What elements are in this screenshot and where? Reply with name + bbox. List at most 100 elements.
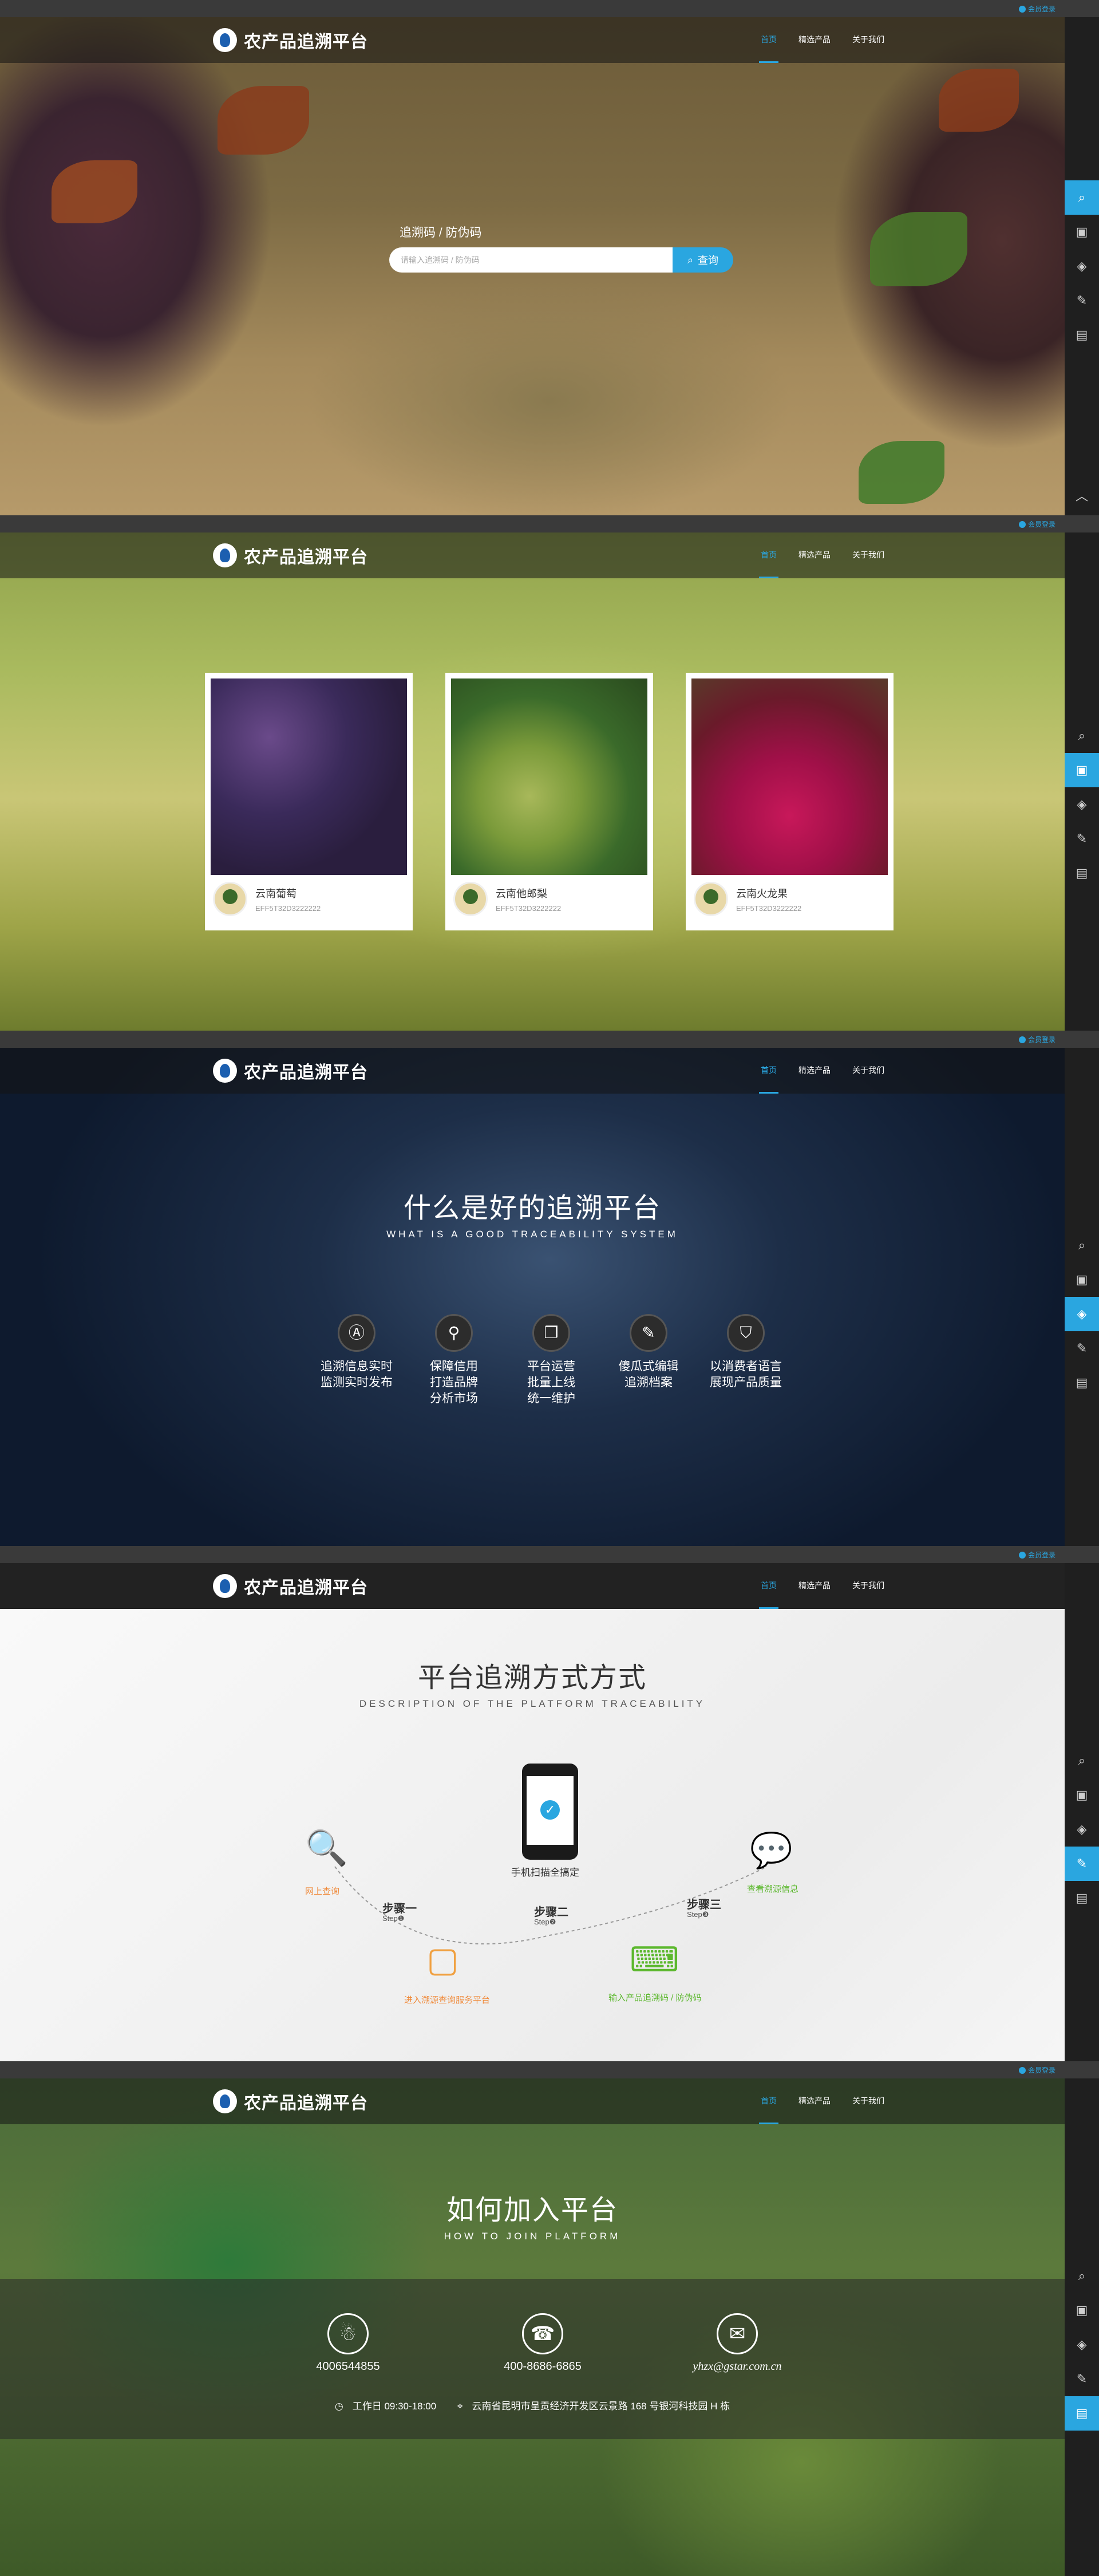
step-subtitle: Step❶ xyxy=(382,1914,405,1923)
dark-blue-background xyxy=(0,1031,1099,1546)
search-icon: ⌕ xyxy=(687,254,694,266)
search-label: 追溯码 / 防伪码 xyxy=(400,226,482,239)
chevron-up-icon[interactable]: ︿ xyxy=(1065,484,1099,507)
cube-icon[interactable]: ◈ xyxy=(1065,2328,1099,2362)
main-menu: 首页 精选产品 关于我们 xyxy=(750,532,895,578)
step-title: 步骤一 xyxy=(382,1903,417,1915)
login-link[interactable]: 会员登录 xyxy=(1018,4,1055,14)
nav-home[interactable]: 首页 xyxy=(750,1048,788,1094)
navbar: 农产品追溯平台 首页 精选产品 关于我们 xyxy=(0,1048,1099,1094)
logo[interactable]: 农产品追溯平台 xyxy=(213,2089,368,2114)
search-input[interactable] xyxy=(389,247,673,273)
search-button[interactable]: ⌕ 查询 xyxy=(673,247,733,273)
gift-icon[interactable]: ▣ xyxy=(1065,1263,1099,1297)
nav-products[interactable]: 精选产品 xyxy=(788,532,841,578)
gift-icon[interactable]: ▣ xyxy=(1065,753,1099,787)
product-avatar xyxy=(213,882,247,916)
mail-icon: ✉ xyxy=(717,2313,758,2354)
leaf-decoration xyxy=(859,441,944,504)
message-icon[interactable]: ▤ xyxy=(1065,1366,1099,1400)
edit-doc-icon: ✎ xyxy=(630,1314,667,1352)
logo[interactable]: 农产品追溯平台 xyxy=(213,27,368,53)
navbar: 农产品追溯平台 首页 精选产品 关于我们 xyxy=(0,532,1099,578)
logo-icon xyxy=(213,2089,237,2113)
search-icon[interactable]: ⌕ xyxy=(1065,1228,1099,1263)
search-icon[interactable]: ⌕ xyxy=(1065,719,1099,753)
gift-icon[interactable]: ▣ xyxy=(1065,2293,1099,2328)
search-icon[interactable]: ⌕ xyxy=(1065,2259,1099,2293)
section-title: 什么是好的追溯平台 WHAT IS A GOOD TRACEABILITY SY… xyxy=(386,1193,678,1240)
product-avatar xyxy=(453,882,488,916)
section-join: 会员登录 农产品追溯平台 首页 精选产品 关于我们 如何加入平台 HOW TO … xyxy=(0,2061,1099,2576)
side-toolbar: ⌕ ▣ ◈ ✎ ▤ xyxy=(1065,1563,1099,2061)
user-icon xyxy=(1018,1036,1026,1043)
nav-products[interactable]: 精选产品 xyxy=(788,2078,841,2124)
user-icon xyxy=(1018,5,1026,13)
logo[interactable]: 农产品追溯平台 xyxy=(213,543,368,568)
login-link[interactable]: 会员登录 xyxy=(1018,2065,1055,2075)
side-toolbar: ⌕ ▣ ◈ ✎ ▤ xyxy=(1065,532,1099,1031)
gift-icon[interactable]: ▣ xyxy=(1065,215,1099,249)
feature-item: ⛉ 以消费者语言 展现产品质量 xyxy=(703,1314,789,1391)
search-icon[interactable]: ⌕ xyxy=(1065,1743,1099,1778)
step-title: 步骤三 xyxy=(687,1899,721,1911)
login-link[interactable]: 会员登录 xyxy=(1018,519,1055,529)
top-strip: 会员登录 xyxy=(0,2061,1099,2078)
logo-icon xyxy=(213,28,237,52)
leaf-decoration xyxy=(52,160,137,223)
section-title: 如何加入平台 HOW TO JOIN PLATFORM xyxy=(444,2195,621,2242)
navbar: 农产品追溯平台 首页 精选产品 关于我们 xyxy=(0,17,1099,63)
top-strip: 会员登录 xyxy=(0,1031,1099,1048)
logo[interactable]: 农产品追溯平台 xyxy=(213,1058,368,1083)
node-label: 网上查询 xyxy=(305,1887,340,1896)
cube-icon[interactable]: ◈ xyxy=(1065,1297,1099,1331)
step-subtitle: Step❸ xyxy=(687,1910,709,1919)
message-icon[interactable]: ▤ xyxy=(1065,318,1099,352)
message-icon[interactable]: ▤ xyxy=(1065,1881,1099,1915)
edit-icon[interactable]: ✎ xyxy=(1065,1847,1099,1881)
product-card[interactable]: 云南火龙果 EFF5T32D3222222 xyxy=(686,673,894,930)
nav-about[interactable]: 关于我们 xyxy=(841,532,895,578)
nav-products[interactable]: 精选产品 xyxy=(788,17,841,63)
leaf-decoration xyxy=(218,86,309,155)
feature-item: ⚲ 保障信用 打造品牌 分析市场 xyxy=(411,1314,497,1407)
credit-icon: ⚲ xyxy=(435,1314,473,1352)
user-icon xyxy=(1018,2066,1026,2074)
nav-about[interactable]: 关于我们 xyxy=(841,1048,895,1094)
edit-icon[interactable]: ✎ xyxy=(1065,822,1099,856)
clock-icon: ◷ xyxy=(334,2401,343,2412)
side-toolbar: ⌕ ▣ ◈ ✎ ▤ ︿ xyxy=(1065,17,1099,515)
main-menu: 首页 精选产品 关于我们 xyxy=(750,17,895,63)
search-icon[interactable]: ⌕ xyxy=(1065,180,1099,215)
section-method: 会员登录 农产品追溯平台 首页 精选产品 关于我们 平台追溯方式方式 DESCR… xyxy=(0,1546,1099,2061)
edit-icon[interactable]: ✎ xyxy=(1065,1331,1099,1366)
cube-icon[interactable]: ◈ xyxy=(1065,787,1099,822)
product-image-grape xyxy=(211,678,407,875)
section-products: 会员登录 农产品追溯平台 首页 精选产品 关于我们 云南葡萄 EFF5T32D32… xyxy=(0,515,1099,1031)
nav-products[interactable]: 精选产品 xyxy=(788,1048,841,1094)
step-title: 步骤二 xyxy=(534,1906,568,1919)
message-icon[interactable]: ▤ xyxy=(1065,856,1099,890)
nav-home[interactable]: 首页 xyxy=(750,2078,788,2124)
product-card[interactable]: 云南葡萄 EFF5T32D3222222 xyxy=(205,673,413,930)
navbar: 农产品追溯平台 首页 精选产品 关于我们 xyxy=(0,2078,1099,2124)
edit-icon[interactable]: ✎ xyxy=(1065,283,1099,318)
nav-about[interactable]: 关于我们 xyxy=(841,2078,895,2124)
nav-about[interactable]: 关于我们 xyxy=(841,17,895,63)
login-link[interactable]: 会员登录 xyxy=(1018,1035,1055,1044)
cube-icon[interactable]: ◈ xyxy=(1065,1812,1099,1847)
realtime-icon: Ⓐ xyxy=(338,1314,375,1352)
user-screen-icon: ▢ xyxy=(426,1940,459,1979)
message-icon[interactable]: ▤ xyxy=(1065,2396,1099,2431)
cube-icon[interactable]: ◈ xyxy=(1065,249,1099,283)
qq-icon: ☃ xyxy=(327,2313,369,2354)
nav-home[interactable]: 首页 xyxy=(750,17,788,63)
leaf-decoration xyxy=(939,69,1019,132)
edit-icon[interactable]: ✎ xyxy=(1065,2362,1099,2396)
search-area: 追溯码 / 防伪码 ⌕查询 xyxy=(389,223,733,273)
feature-item: Ⓐ 追溯信息实时 监测实时发布 xyxy=(314,1314,400,1391)
phone-icon: ✓ xyxy=(522,1764,578,1860)
product-card[interactable]: 云南他郎梨 EFF5T32D3222222 xyxy=(445,673,653,930)
gift-icon[interactable]: ▣ xyxy=(1065,1778,1099,1812)
nav-home[interactable]: 首页 xyxy=(750,532,788,578)
